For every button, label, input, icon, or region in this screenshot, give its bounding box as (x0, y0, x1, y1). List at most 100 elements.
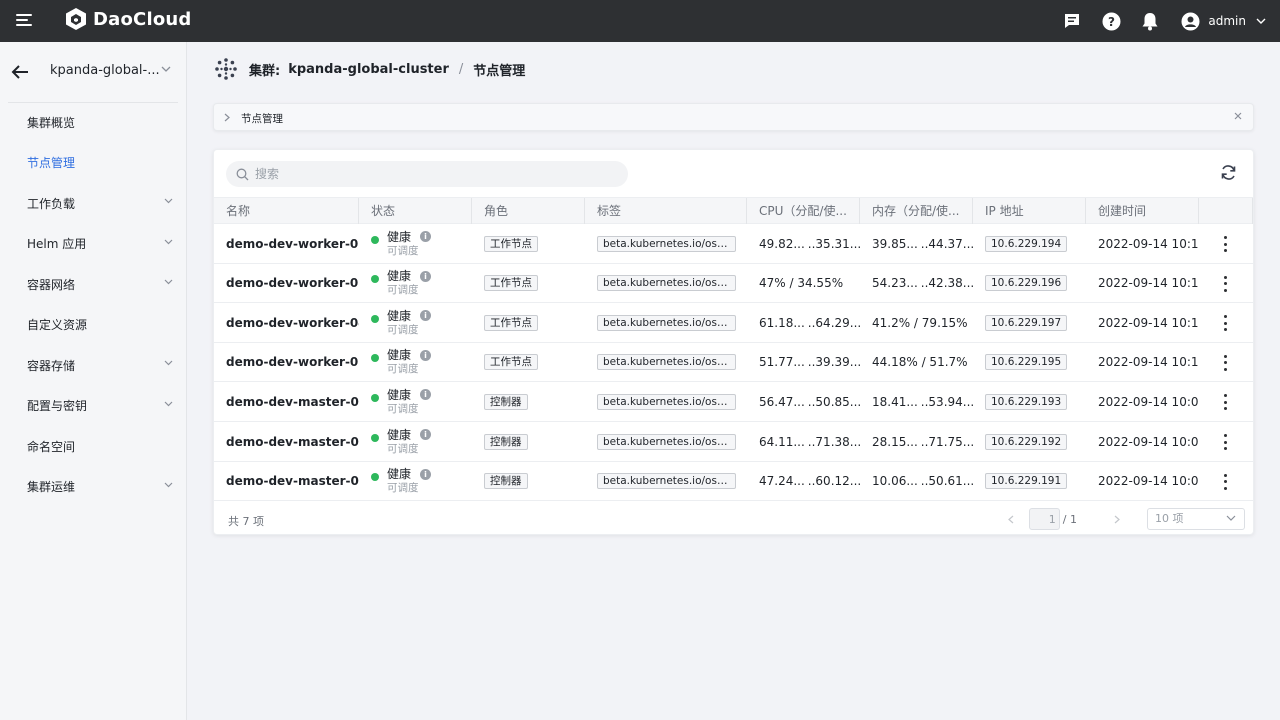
chevron-down-icon (164, 198, 173, 204)
ip-tag: 10.6.229.192 (985, 433, 1068, 450)
page-size-select[interactable]: 10 项 (1147, 508, 1245, 530)
node-name[interactable]: demo-dev-master-02 (214, 422, 359, 461)
sidebar-item[interactable]: Helm 应用 (0, 224, 187, 265)
column-header[interactable]: 名称 (214, 198, 359, 224)
sidebar-item[interactable]: 工作负载 (0, 183, 187, 224)
ip-tag: 10.6.229.193 (985, 393, 1068, 410)
sidebar-item[interactable]: 容器存储 (0, 345, 187, 386)
label-tag[interactable]: beta.kubernetes.io/os:linu... (597, 314, 736, 331)
column-header[interactable]: 状态 (359, 198, 472, 224)
refresh-icon[interactable] (1220, 164, 1237, 181)
label-tag[interactable]: beta.kubernetes.io/os:linu... (597, 235, 736, 252)
sidebar-item-label: 工作负载 (27, 196, 76, 211)
column-header[interactable]: 创建时间 (1086, 198, 1199, 224)
label-tag[interactable]: beta.kubernetes.io/os:linu... (597, 354, 736, 371)
notification-bell-icon[interactable] (1139, 10, 1161, 32)
more-actions-icon[interactable] (1224, 394, 1228, 411)
chevron-down-icon (164, 360, 173, 366)
next-page-button[interactable] (1107, 509, 1127, 529)
more-actions-icon[interactable] (1224, 275, 1228, 292)
info-icon[interactable]: i (420, 310, 432, 322)
info-icon[interactable]: i (420, 349, 432, 361)
table-row[interactable]: demo-dev-master-03 健康 i 可调度 控制器 beta.kubernet… (214, 382, 1253, 422)
node-name[interactable]: demo-dev-worker-01 (214, 224, 359, 263)
cluster-switcher: kpanda-global-... (0, 42, 187, 102)
sidebar-item[interactable]: 集群运维 (0, 467, 187, 508)
brand-logo[interactable]: DaoCloud (64, 7, 192, 31)
role-tag: 控制器 (484, 393, 528, 410)
chevron-down-icon (1226, 515, 1236, 521)
more-actions-icon[interactable] (1224, 236, 1228, 252)
sidebar-item-label: 配置与密钥 (27, 399, 88, 414)
sidebar-item[interactable]: 配置与密钥 (0, 386, 187, 427)
close-icon[interactable] (1233, 111, 1243, 121)
sidebar-item[interactable]: 节点管理 (0, 143, 187, 184)
column-header[interactable]: IP 地址 (973, 198, 1086, 224)
daocloud-logo-icon (66, 8, 86, 30)
more-actions-icon[interactable] (1224, 473, 1228, 490)
role-cell: 工作节点 (472, 224, 585, 263)
column-header[interactable]: 标签 (585, 198, 747, 224)
sidebar-item-label: 集群概览 (27, 115, 76, 130)
sidebar-item[interactable]: 命名空间 (0, 426, 187, 467)
top-bar: DaoCloud ? admin (0, 0, 1280, 42)
table-row[interactable]: demo-dev-master-02 健康 i 可调度 控制器 beta.kubernet… (214, 422, 1253, 462)
sidebar: kpanda-global-... 集群概览节点管理工作负载 Helm 应用容器网… (0, 42, 187, 720)
info-icon[interactable]: i (420, 468, 432, 480)
label-cell: beta.kubernetes.io/os:linu... (585, 303, 747, 342)
cluster-select[interactable]: kpanda-global-... (50, 63, 160, 78)
table-row[interactable]: demo-dev-worker-04 健康 i 可调度 工作节点 beta.kuberne… (214, 303, 1253, 343)
page-number-input[interactable] (1028, 508, 1060, 530)
info-icon[interactable]: i (420, 389, 432, 401)
sidebar-item[interactable]: 容器网络 (0, 264, 187, 305)
collapse-panel[interactable]: 节点管理 (213, 103, 1254, 131)
sidebar-item[interactable]: 集群概览 (0, 102, 187, 143)
node-name[interactable]: demo-dev-worker-03 (214, 264, 359, 303)
info-icon[interactable]: i (420, 270, 432, 282)
table-row[interactable]: demo-dev-master-01 健康 i 可调度 控制器 beta.kubernet… (214, 462, 1253, 502)
role-cell: 控制器 (472, 422, 585, 461)
chevron-down-icon (164, 239, 173, 244)
column-header[interactable]: 内存（分配/使... (860, 198, 973, 224)
node-name[interactable]: demo-dev-master-03 (214, 382, 359, 421)
back-arrow-icon[interactable] (11, 64, 29, 80)
label-tag[interactable]: beta.kubernetes.io/os:linu... (597, 393, 736, 410)
search-box[interactable] (226, 161, 628, 187)
label-tag[interactable]: beta.kubernetes.io/os:linu... (597, 473, 736, 490)
label-tag[interactable]: beta.kubernetes.io/os:linu... (597, 275, 736, 292)
info-icon[interactable]: i (420, 231, 432, 242)
help-icon[interactable]: ? (1100, 10, 1122, 32)
node-name[interactable]: demo-dev-worker-02 (214, 343, 359, 382)
column-header[interactable]: 角色 (472, 198, 585, 224)
more-actions-icon[interactable] (1224, 315, 1228, 332)
breadcrumb-cluster[interactable]: kpanda-global-cluster (288, 62, 449, 77)
status-cell: 健康 i 可调度 (359, 264, 472, 303)
table-row[interactable]: demo-dev-worker-03 健康 i 可调度 工作节点 beta.kuberne… (214, 264, 1253, 304)
table-row[interactable]: demo-dev-worker-02 健康 i 可调度 工作节点 beta.kuberne… (214, 343, 1253, 383)
schedulable-text: 可调度 (387, 244, 419, 257)
hamburger-menu-icon[interactable] (16, 11, 36, 31)
chevron-down-icon[interactable] (161, 66, 171, 72)
label-tag[interactable]: beta.kubernetes.io/os:linu... (597, 433, 736, 450)
more-actions-icon[interactable] (1224, 434, 1228, 450)
sidebar-item[interactable]: 自定义资源 (0, 305, 187, 346)
sidebar-item-label: 容器网络 (27, 277, 76, 292)
created-time: 2022-09-14 10:11 (1098, 355, 1199, 370)
message-icon[interactable] (1061, 10, 1083, 32)
column-header[interactable]: CPU（分配/使... (747, 198, 860, 224)
label-cell: beta.kubernetes.io/os:linu... (585, 343, 747, 382)
role-cell: 控制器 (472, 382, 585, 421)
search-input[interactable] (255, 167, 615, 181)
role-cell: 工作节点 (472, 303, 585, 342)
role-tag: 工作节点 (484, 275, 538, 292)
user-menu[interactable]: admin (1181, 12, 1266, 31)
chevron-right-icon[interactable] (224, 113, 230, 122)
table-row[interactable]: demo-dev-worker-01 健康 i 可调度 工作节点 beta.kuberne… (214, 224, 1253, 264)
more-actions-icon[interactable] (1224, 354, 1228, 371)
main-content: 集群: kpanda-global-cluster / 节点管理 节点管理 名称… (188, 42, 1280, 720)
node-name[interactable]: demo-dev-master-01 (214, 462, 359, 501)
memory-used: ..50.61... (920, 474, 973, 489)
info-icon[interactable]: i (420, 429, 432, 440)
node-name[interactable]: demo-dev-worker-04 (214, 303, 359, 342)
prev-page-button[interactable] (1001, 509, 1021, 529)
